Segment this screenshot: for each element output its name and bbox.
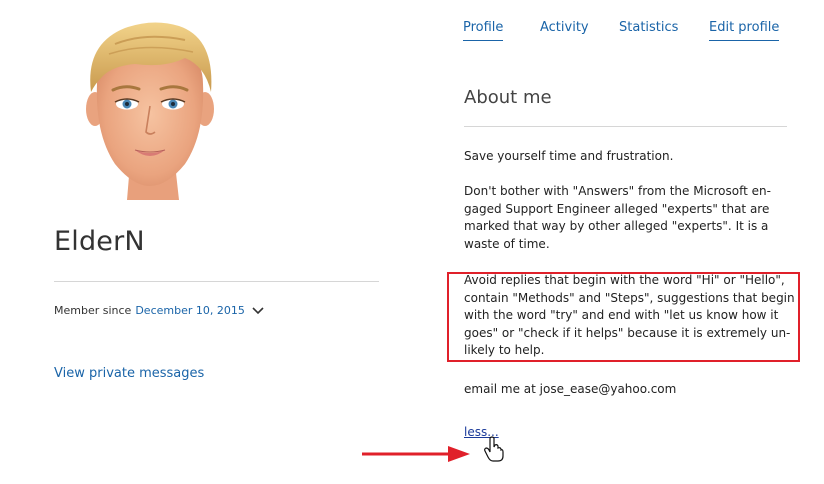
tab-profile[interactable]: Profile — [463, 20, 504, 41]
chevron-down-icon[interactable] — [251, 306, 265, 316]
view-private-messages-link[interactable]: View private messages — [54, 366, 204, 381]
tab-statistics[interactable]: Statistics — [619, 20, 678, 40]
about-paragraph-1: Save yourself time and frustration. — [464, 149, 674, 163]
email-line: email me at jose_ease@yahoo.com — [464, 382, 677, 396]
highlight-box — [447, 272, 800, 362]
member-since-label: Member since — [54, 304, 132, 317]
tab-edit-profile[interactable]: Edit profile — [709, 20, 780, 41]
user-name: ElderN — [54, 226, 145, 257]
right-divider — [464, 126, 787, 127]
about-paragraph-2: Don't bother with "Answers" from the Mic… — [464, 184, 771, 251]
hand-cursor-icon — [484, 436, 504, 462]
tab-activity[interactable]: Activity — [540, 20, 589, 40]
about-title: About me — [464, 87, 552, 108]
left-divider — [54, 281, 379, 282]
member-since-date[interactable]: December 10, 2015 — [135, 304, 245, 317]
red-arrow-icon — [362, 446, 470, 462]
member-since: Member since December 10, 2015 — [54, 304, 265, 317]
profile-tabs: Profile Activity Statistics Edit profile — [0, 20, 824, 44]
